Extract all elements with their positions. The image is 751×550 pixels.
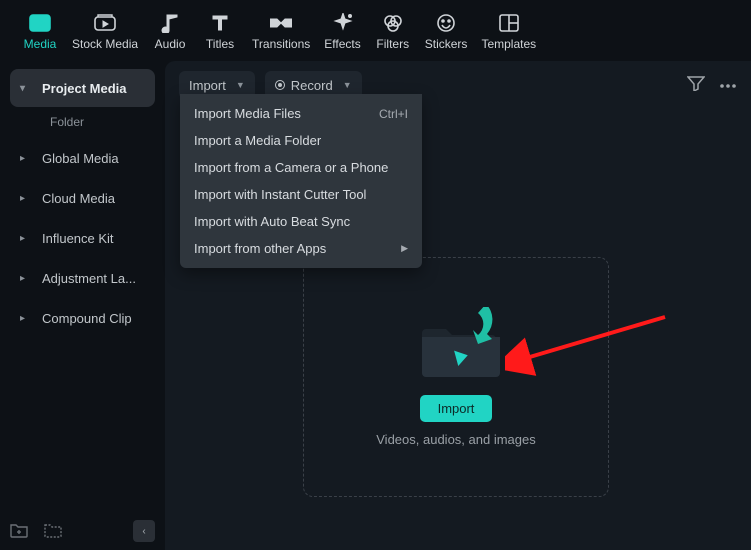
nav-label: Stock Media <box>72 37 138 51</box>
dropzone-hint: Videos, audios, and images <box>376 432 535 447</box>
stickers-icon <box>435 12 457 34</box>
sidebar-item-label: Cloud Media <box>42 191 115 206</box>
nav-label: Effects <box>324 37 360 51</box>
stock-media-icon <box>94 12 116 34</box>
menu-item-label: Import Media Files <box>194 106 301 121</box>
media-icon <box>29 12 51 34</box>
nav-label: Audio <box>155 37 186 51</box>
nav-filters[interactable]: Filters <box>369 8 417 55</box>
media-dropzone[interactable]: Import Videos, audios, and images <box>303 257 609 497</box>
sidebar-folder-label[interactable]: Folder <box>10 109 155 139</box>
chevron-right-icon: ▸ <box>20 313 34 324</box>
chevron-down-icon: ▼ <box>343 80 352 90</box>
record-button-label: Record <box>291 78 333 93</box>
nav-effects[interactable]: Effects <box>318 8 366 55</box>
menu-item-label: Import from a Camera or a Phone <box>194 160 388 175</box>
nav-audio[interactable]: Audio <box>146 8 194 55</box>
templates-icon <box>498 12 520 34</box>
new-folder-icon[interactable] <box>10 522 28 540</box>
chevron-right-icon: ▸ <box>20 193 34 204</box>
sidebar-item-label: Influence Kit <box>42 231 114 246</box>
sidebar-project-media[interactable]: ▾ Project Media <box>10 69 155 107</box>
sidebar-item-label: Global Media <box>42 151 119 166</box>
titles-icon <box>209 12 231 34</box>
top-nav: Media Stock Media Audio Titles Transitio… <box>0 0 751 59</box>
menu-item-label: Import with Auto Beat Sync <box>194 214 350 229</box>
audio-icon <box>159 12 181 34</box>
menu-import-instant-cutter[interactable]: Import with Instant Cutter Tool <box>180 181 422 208</box>
menu-import-camera-phone[interactable]: Import from a Camera or a Phone <box>180 154 422 181</box>
delete-folder-icon[interactable] <box>44 522 62 540</box>
sidebar: ▾ Project Media Folder ▸ Global Media ▸ … <box>0 59 165 550</box>
effects-icon <box>332 12 354 34</box>
nav-media[interactable]: Media <box>16 8 64 55</box>
sidebar-cloud-media[interactable]: ▸ Cloud Media <box>10 179 155 217</box>
menu-item-shortcut: Ctrl+I <box>379 107 408 121</box>
nav-label: Titles <box>206 37 234 51</box>
menu-import-other-apps[interactable]: Import from other Apps ▶ <box>180 235 422 262</box>
chevron-down-icon: ▾ <box>20 83 34 94</box>
sidebar-global-media[interactable]: ▸ Global Media <box>10 139 155 177</box>
sidebar-item-label: Project Media <box>42 81 127 96</box>
nav-transitions[interactable]: Transitions <box>246 8 316 55</box>
nav-templates[interactable]: Templates <box>475 8 542 55</box>
nav-label: Filters <box>376 37 409 51</box>
nav-label: Templates <box>481 37 536 51</box>
more-options-icon[interactable] <box>719 76 737 94</box>
menu-item-label: Import with Instant Cutter Tool <box>194 187 366 202</box>
sidebar-item-label: Compound Clip <box>42 311 132 326</box>
menu-import-auto-beat-sync[interactable]: Import with Auto Beat Sync <box>180 208 422 235</box>
nav-stickers[interactable]: Stickers <box>419 8 474 55</box>
chevron-right-icon: ▸ <box>20 273 34 284</box>
sidebar-influence-kit[interactable]: ▸ Influence Kit <box>10 219 155 257</box>
filters-icon <box>382 12 404 34</box>
nav-label: Stickers <box>425 37 468 51</box>
chevron-right-icon: ▶ <box>401 243 408 254</box>
chevron-right-icon: ▸ <box>20 233 34 244</box>
import-button-label: Import <box>438 401 475 416</box>
import-button-label: Import <box>189 78 226 93</box>
transitions-icon <box>270 12 292 34</box>
nav-titles[interactable]: Titles <box>196 8 244 55</box>
menu-import-media-files[interactable]: Import Media Files Ctrl+I <box>180 100 422 127</box>
nav-label: Media <box>24 37 57 51</box>
sidebar-adjustment-layer[interactable]: ▸ Adjustment La... <box>10 259 155 297</box>
menu-import-media-folder[interactable]: Import a Media Folder <box>180 127 422 154</box>
nav-stock-media[interactable]: Stock Media <box>66 8 144 55</box>
sidebar-compound-clip[interactable]: ▸ Compound Clip <box>10 299 155 337</box>
import-button[interactable]: Import <box>420 395 493 422</box>
menu-item-label: Import a Media Folder <box>194 133 321 148</box>
chevron-down-icon: ▼ <box>236 80 245 90</box>
import-dropdown-menu: Import Media Files Ctrl+I Import a Media… <box>180 94 422 268</box>
collapse-sidebar-button[interactable]: ‹ <box>133 520 155 542</box>
sidebar-item-label: Adjustment La... <box>42 271 136 286</box>
nav-label: Transitions <box>252 37 310 51</box>
chevron-right-icon: ▸ <box>20 153 34 164</box>
folder-graphic <box>416 307 496 377</box>
filter-sort-icon[interactable] <box>687 75 705 96</box>
record-icon <box>275 80 285 90</box>
menu-item-label: Import from other Apps <box>194 241 326 256</box>
